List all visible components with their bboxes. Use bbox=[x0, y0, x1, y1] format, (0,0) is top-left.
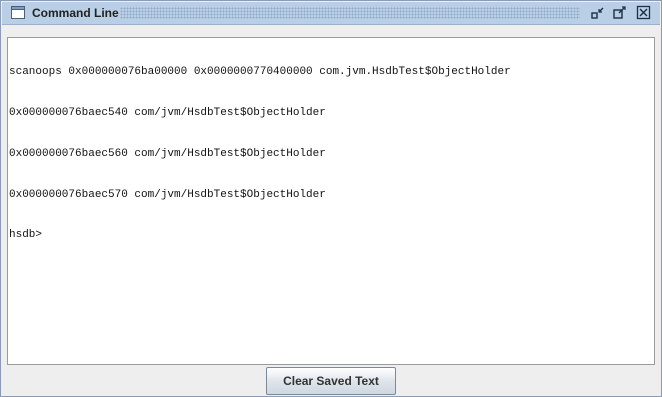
restore-icon[interactable] bbox=[590, 5, 606, 21]
console-output[interactable]: scanoops 0x000000076ba00000 0x0000000770… bbox=[7, 37, 655, 365]
command-line-window: Command Line scanoops 0x000000076ba00000… bbox=[0, 0, 662, 397]
console-prompt: hsdb> bbox=[9, 229, 43, 242]
title-bar[interactable]: Command Line bbox=[2, 2, 660, 25]
console-line: 0x000000076baec540 com/jvm/HsdbTest$Obje… bbox=[9, 106, 326, 119]
title-bar-texture bbox=[120, 7, 580, 19]
window-icon bbox=[11, 6, 25, 19]
console-line: 0x000000076baec560 com/jvm/HsdbTest$Obje… bbox=[9, 147, 326, 160]
window-title: Command Line bbox=[32, 6, 123, 20]
console-line: 0x000000076baec570 com/jvm/HsdbTest$Obje… bbox=[9, 188, 326, 201]
clear-saved-text-button[interactable]: Clear Saved Text bbox=[266, 367, 396, 395]
maximize-icon[interactable] bbox=[612, 5, 628, 21]
close-icon[interactable] bbox=[636, 5, 652, 21]
console-line: scanoops 0x000000076ba00000 0x0000000770… bbox=[9, 66, 511, 79]
button-bar: Clear Saved Text bbox=[2, 366, 660, 396]
console-text: scanoops 0x000000076ba00000 0x0000000770… bbox=[9, 39, 511, 270]
